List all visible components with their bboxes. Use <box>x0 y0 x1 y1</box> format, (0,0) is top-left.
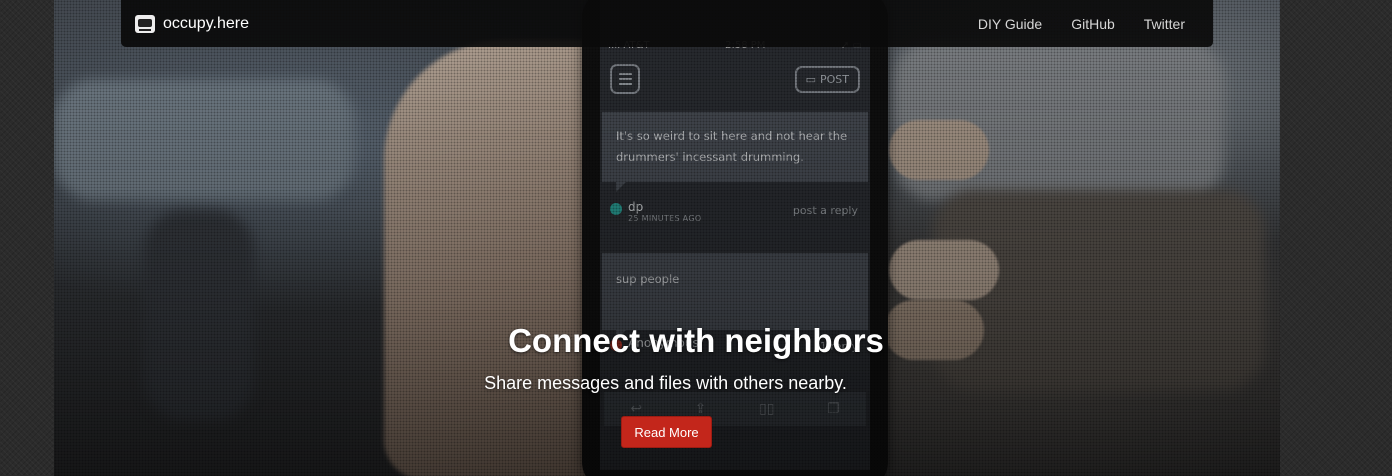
post-label: POST <box>820 72 849 86</box>
brand-name: occupy.here <box>163 14 249 32</box>
read-more-button[interactable]: Read More <box>621 416 712 448</box>
phone-screen: ..ı. AT&T 2:58 PM ➚ ▭ ▭ POST It's so wei… <box>600 0 870 470</box>
top-navbar: occupy.here DIY Guide GitHub Twitter <box>121 0 1213 47</box>
nav-link-github[interactable]: GitHub <box>1071 16 1115 32</box>
message-card: It's so weird to sit here and not hear t… <box>602 112 868 192</box>
speech-bubble-icon: ▭ <box>805 72 816 86</box>
hamburger-icon <box>610 64 640 94</box>
background-bench <box>54 80 354 200</box>
book-icon: ▯▯ <box>759 401 775 417</box>
message-text: It's so weird to sit here and not hear t… <box>616 129 848 164</box>
message-card: sup people <box>602 253 868 340</box>
post-button: ▭ POST <box>794 65 860 93</box>
message-meta: dp 25 MINUTES AGO post a reply <box>600 182 870 223</box>
nav-link-twitter[interactable]: Twitter <box>1144 16 1185 32</box>
nav-links: DIY Guide GitHub Twitter <box>978 16 1185 32</box>
brand-link[interactable]: occupy.here <box>135 14 249 33</box>
reply-link: post a reply <box>792 204 858 217</box>
author-name: dp <box>628 200 644 214</box>
nav-link-diy-guide[interactable]: DIY Guide <box>978 16 1042 32</box>
share-icon: ⇪ <box>694 401 707 417</box>
hero-subline: Share messages and files with others nea… <box>484 373 847 393</box>
finger <box>889 120 989 180</box>
hero-background: ..ı. AT&T 2:58 PM ➚ ▭ ▭ POST It's so wei… <box>54 0 1280 476</box>
phone: ..ı. AT&T 2:58 PM ➚ ▭ ▭ POST It's so wei… <box>582 0 888 476</box>
reply-icon: ↩ <box>630 401 643 417</box>
author-avatar <box>610 203 622 215</box>
copy-icon: ❐ <box>827 401 840 417</box>
hero-headline: Connect with neighbors <box>508 322 884 359</box>
router-icon <box>135 14 155 33</box>
message-text: sup people <box>616 272 680 286</box>
finger <box>889 240 999 300</box>
phone-app-bar: ▭ POST <box>600 56 870 102</box>
message-time: 25 MINUTES AGO <box>628 214 702 223</box>
